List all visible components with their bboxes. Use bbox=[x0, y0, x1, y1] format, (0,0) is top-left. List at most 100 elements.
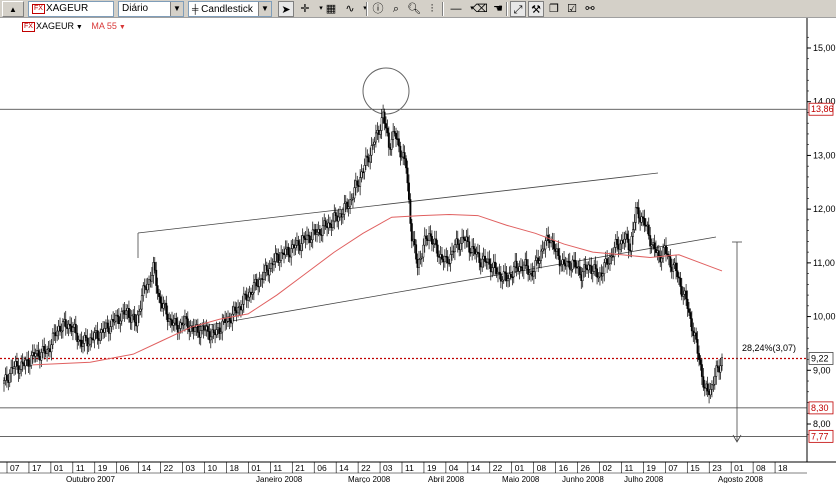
candle-body bbox=[15, 361, 18, 366]
candle-body bbox=[82, 343, 84, 347]
info-icon[interactable]: ⓘ bbox=[370, 1, 386, 17]
candle-body bbox=[316, 231, 318, 235]
peak-circle-marker[interactable] bbox=[362, 67, 410, 115]
candle-body bbox=[241, 304, 244, 311]
candle-body bbox=[699, 359, 702, 365]
layers-icon[interactable]: ❐ bbox=[546, 1, 562, 17]
candle bbox=[130, 310, 133, 331]
candle-body bbox=[5, 374, 8, 381]
date-tick-label: 01 bbox=[515, 463, 525, 473]
candle-body bbox=[93, 332, 96, 341]
candle-body bbox=[268, 268, 271, 276]
candle-body bbox=[84, 335, 87, 338]
candle bbox=[659, 247, 662, 268]
candle bbox=[337, 208, 340, 230]
lower-channel-line[interactable] bbox=[185, 236, 717, 330]
candle-body bbox=[130, 315, 133, 323]
candle-body bbox=[700, 364, 703, 377]
candle-body bbox=[540, 250, 543, 261]
candle bbox=[471, 238, 474, 261]
candle-body bbox=[185, 316, 188, 320]
candle bbox=[587, 261, 590, 278]
candle-body bbox=[446, 256, 449, 264]
link-icon[interactable]: ⚯ bbox=[582, 1, 598, 17]
date-tick-label: 14 bbox=[142, 463, 152, 473]
candle-body bbox=[109, 326, 112, 334]
date-tick-label: 15 bbox=[690, 463, 700, 473]
candle bbox=[329, 216, 331, 231]
level-label-text: 7,77 bbox=[811, 431, 829, 441]
candle bbox=[294, 237, 297, 256]
candle bbox=[277, 248, 280, 267]
candle-body bbox=[341, 213, 344, 218]
candle-body bbox=[374, 132, 377, 143]
candle-body bbox=[686, 298, 689, 309]
candle bbox=[653, 234, 656, 258]
candle bbox=[290, 240, 293, 266]
candle-body bbox=[430, 235, 433, 245]
candle-body bbox=[297, 240, 300, 246]
price-tick-label: 11,00 bbox=[813, 258, 835, 268]
candle bbox=[418, 250, 420, 276]
candle-body bbox=[24, 359, 27, 367]
candle-body bbox=[153, 262, 156, 271]
candle bbox=[346, 198, 349, 213]
candle-body bbox=[632, 229, 634, 237]
candle-body bbox=[331, 220, 334, 229]
candle bbox=[287, 243, 290, 262]
candle bbox=[505, 266, 508, 287]
candle-body bbox=[453, 244, 456, 253]
period-select[interactable]: Diário ▼ bbox=[118, 1, 184, 17]
scroll-up-button[interactable]: ▲ bbox=[2, 1, 24, 17]
upper-channel-line[interactable] bbox=[137, 172, 659, 234]
candle-body bbox=[484, 255, 487, 262]
pointer-tool-icon[interactable]: ➤ bbox=[278, 1, 294, 17]
candle-body bbox=[603, 262, 606, 275]
candle-body bbox=[30, 355, 33, 366]
candle-body bbox=[515, 260, 518, 269]
candle bbox=[311, 221, 314, 249]
month-label: Maio 2008 bbox=[502, 475, 540, 483]
candle bbox=[280, 245, 283, 268]
symbol-input[interactable]: FX XAGEUR bbox=[28, 1, 114, 17]
candle-body bbox=[472, 246, 475, 250]
candle-body bbox=[133, 313, 136, 323]
candle bbox=[255, 273, 258, 291]
candle-body bbox=[46, 349, 49, 354]
price-chart[interactable]: 15,0014,0013,0012,0011,0010,009,008,00 2… bbox=[0, 18, 836, 483]
candle bbox=[574, 252, 577, 274]
candle-body bbox=[369, 154, 372, 163]
candle-body bbox=[324, 220, 327, 227]
candle-body bbox=[215, 329, 218, 336]
candle-body bbox=[534, 260, 537, 272]
wave-tool-icon[interactable]: ∿ bbox=[342, 1, 358, 17]
candle bbox=[540, 244, 543, 269]
zoom-icon[interactable]: ⌕ bbox=[388, 1, 404, 17]
candle-body bbox=[538, 260, 541, 264]
line-tool-icon[interactable]: — bbox=[447, 1, 465, 17]
candle-body bbox=[623, 238, 626, 244]
level-label-text: 8,30 bbox=[811, 403, 829, 413]
grid-tool-icon[interactable]: ▦ bbox=[323, 1, 339, 17]
candle-body bbox=[688, 308, 690, 313]
candle bbox=[112, 311, 115, 330]
candle-body bbox=[568, 261, 571, 270]
eraser-icon[interactable]: ⌫ bbox=[472, 1, 488, 17]
bars-icon[interactable]: ⫶ bbox=[424, 1, 440, 17]
autoscale-icon[interactable]: ⤢ bbox=[510, 1, 526, 17]
candle-body bbox=[685, 290, 688, 300]
chart-type-select[interactable]: ╪ Candlestick ▼ bbox=[188, 1, 272, 17]
tools-icon[interactable]: ⚒ bbox=[528, 1, 544, 17]
candle-body bbox=[363, 165, 366, 173]
candle-body bbox=[175, 318, 178, 326]
hand-tool-icon[interactable]: ☚ bbox=[490, 1, 506, 17]
crosshair-tool-icon[interactable]: ✛ bbox=[297, 1, 313, 17]
date-tick-label: 03 bbox=[383, 463, 393, 473]
candle-body bbox=[247, 296, 250, 301]
candle-body bbox=[284, 248, 287, 256]
candle-body bbox=[8, 373, 11, 383]
checklist-icon[interactable]: ☑ bbox=[564, 1, 580, 17]
candle-body bbox=[466, 236, 469, 242]
candle bbox=[349, 191, 352, 214]
magnifier-icon[interactable]: 🔍︎ bbox=[406, 1, 422, 17]
